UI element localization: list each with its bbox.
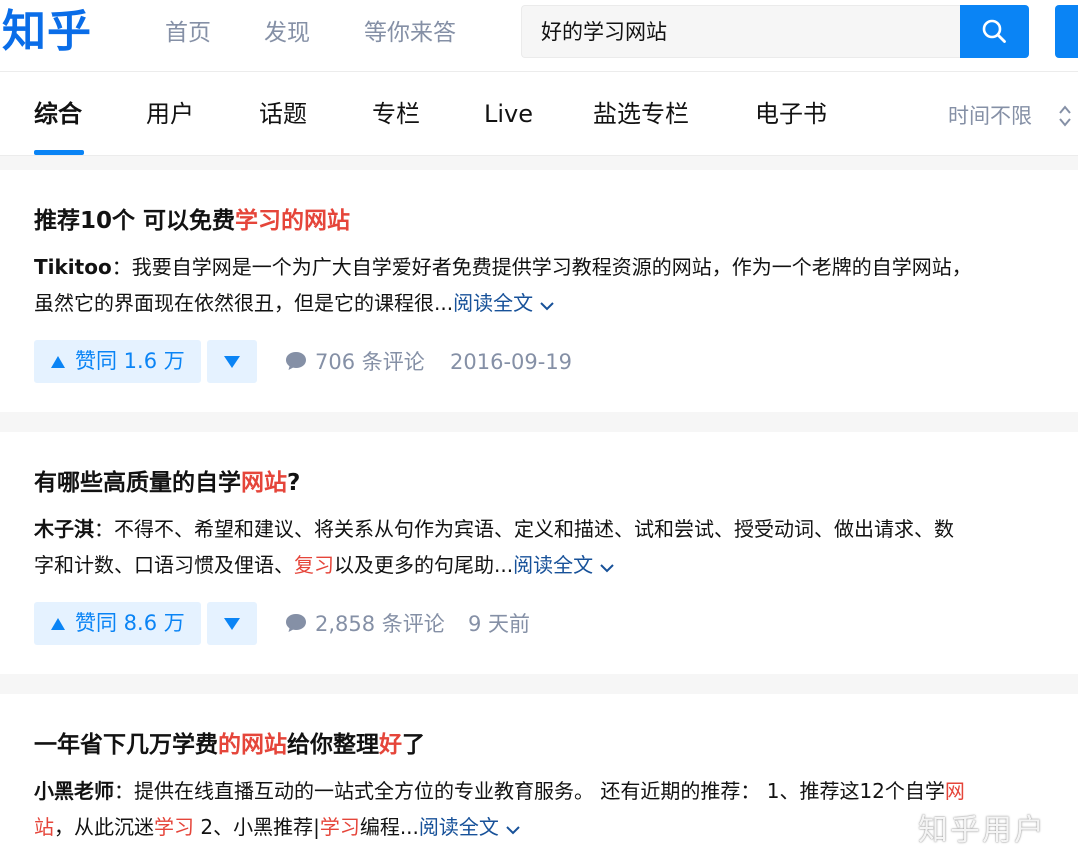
search-input[interactable]: 好的学习网站 [521,5,961,58]
tab-salt-columns[interactable]: 盐选专栏 [593,98,689,130]
comment-bubble-icon[interactable] [285,613,307,633]
result-title[interactable]: 推荐10个 可以免费学习的网站 [34,205,350,237]
result-date: 2016-09-19 [450,350,573,374]
downvote-button[interactable] [207,340,257,383]
comment-count[interactable]: 706 条评论 [315,347,425,377]
tab-topics[interactable]: 话题 [259,98,307,130]
result-title[interactable]: 一年省下几万学费的网站给你整理好了 [34,729,425,761]
tab-ebooks[interactable]: 电子书 [755,98,827,130]
upvote-button[interactable]: 赞同 1.6 万 [34,340,201,383]
result-excerpt[interactable]: 木子淇：不得不、希望和建议、将关系从句作为宾语、定义和描述、试和尝试、授受动词、… [34,511,1054,583]
author-name: 小黑老师 [34,779,114,803]
triangle-up-icon [51,618,65,630]
author-name: Tikitoo [34,255,112,279]
read-more-link[interactable]: 阅读全文 [513,553,615,577]
tab-columns[interactable]: 专栏 [372,98,420,130]
nav-waiting-answers[interactable]: 等你来答 [364,18,456,48]
nav-explore[interactable]: 发现 [264,18,310,48]
comment-bubble-icon[interactable] [285,351,307,371]
result-excerpt[interactable]: 小黑老师：提供在线直播互动的一站式全方位的专业教育服务。 还有近期的推荐： 1、… [34,773,1054,845]
watermark: 知乎用户 [918,813,1046,848]
tab-users[interactable]: 用户 [146,98,194,130]
active-tab-indicator [34,150,84,155]
updown-chevron-icon[interactable] [1057,102,1073,130]
triangle-down-icon [224,618,240,630]
search-button[interactable] [960,5,1029,58]
search-result-card: 有哪些高质量的自学网站? 木子淇：不得不、希望和建议、将关系从句作为宾语、定义和… [0,432,1078,674]
downvote-button[interactable] [207,602,257,645]
search-icon [982,19,1006,43]
tab-live[interactable]: Live [484,98,533,130]
chevron-down-icon [600,564,614,573]
result-date: 9 天前 [468,612,531,636]
search-result-card: 推荐10个 可以免费学习的网站 Tikitoo：我要自学网是一个为广大自学爱好者… [0,170,1078,412]
triangle-down-icon [224,356,240,368]
read-more-link[interactable]: 阅读全文 [453,291,555,315]
triangle-up-icon [51,356,65,368]
search-type-tabs: 综合 用户 话题 专栏 Live 盐选专栏 电子书 时间不限 [0,72,1078,156]
tab-general[interactable]: 综合 [34,98,82,130]
zhihu-logo[interactable]: 知乎 [2,2,92,62]
top-header: 知乎 首页 发现 等你来答 好的学习网站 [0,0,1078,72]
result-excerpt[interactable]: Tikitoo：我要自学网是一个为广大自学爱好者免费提供学习教程资源的网站，作为… [34,249,1054,321]
comment-count[interactable]: 2,858 条评论 [315,609,445,639]
time-filter-select[interactable]: 时间不限 [948,101,1032,131]
search-result-card: 一年省下几万学费的网站给你整理好了 小黑老师：提供在线直播互动的一站式全方位的专… [0,694,1078,868]
read-more-link[interactable]: 阅读全文 [419,815,521,839]
chevron-down-icon [540,302,554,311]
ask-question-button[interactable] [1055,5,1078,58]
chevron-down-icon [506,826,520,835]
search-input-value: 好的学习网站 [541,20,667,44]
author-name: 木子淇 [34,517,94,541]
upvote-button[interactable]: 赞同 8.6 万 [34,602,201,645]
nav-home[interactable]: 首页 [165,18,211,48]
result-title[interactable]: 有哪些高质量的自学网站? [34,467,300,499]
